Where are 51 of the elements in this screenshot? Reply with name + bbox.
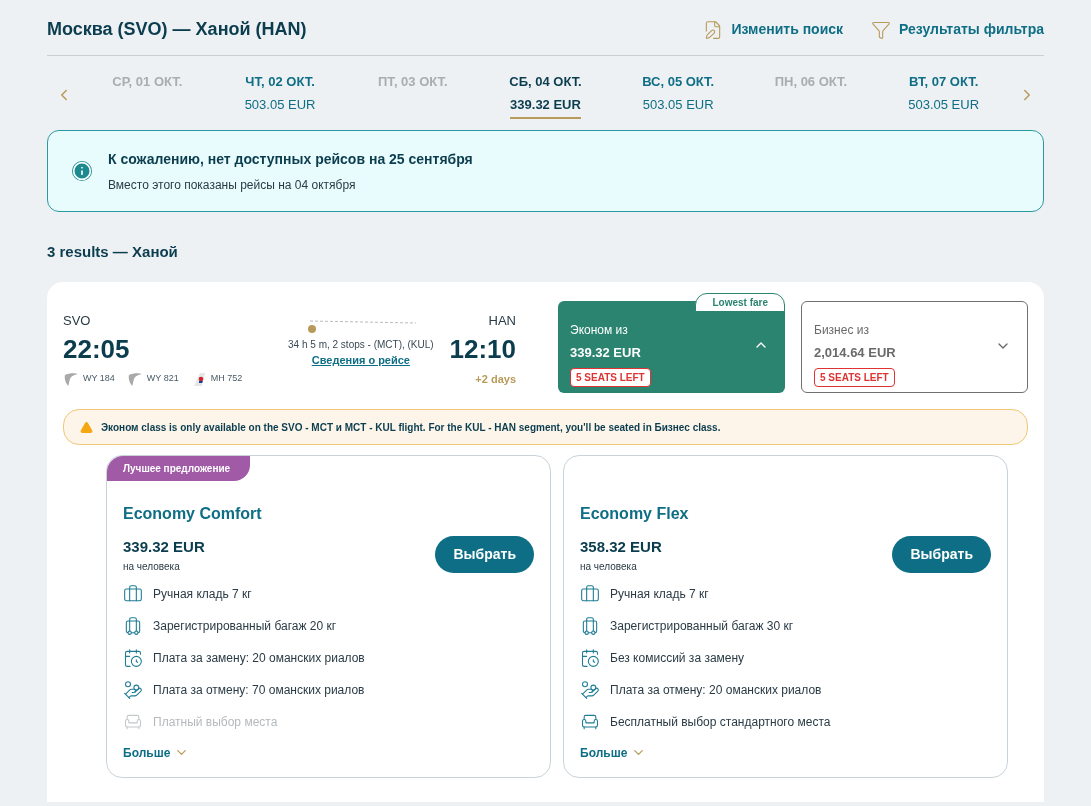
flight-details-link[interactable]: Сведения о рейсе	[311, 352, 410, 369]
select-button[interactable]: Выбрать	[892, 536, 991, 574]
notice-text: Вместо этого показаны рейсы на 04 октября	[108, 176, 357, 194]
fare-name: Economy Comfort	[123, 504, 263, 524]
edit-search-button[interactable]: Изменить поиск	[703, 19, 844, 40]
date-tab[interactable]: ВС, 05 ОКТ. 503.05 EUR	[611, 71, 745, 119]
feature-text: Без комиссий за замену	[610, 649, 745, 667]
feature-text: Зарегистрированный багаж 30 кг	[610, 617, 794, 635]
flight-number: MH 752	[210, 371, 243, 385]
feature-text: Плата за отмену: 70 оманских риалов	[153, 681, 365, 699]
feature-text: Плата за отмену: 20 оманских риалов	[610, 681, 822, 699]
seats-left-tag: 5 SEATS LEFT	[814, 368, 895, 388]
seats-left-tag: 5 SEATS LEFT	[570, 368, 651, 388]
flight-number: WY 184	[83, 371, 115, 385]
date-tab[interactable]: СБ, 04 ОКТ. 339.32 EUR	[479, 71, 612, 119]
feature-text: Плата за замену: 20 оманских риалов	[153, 649, 365, 667]
select-button[interactable]: Выбрать	[435, 536, 534, 574]
info-icon	[72, 161, 92, 181]
departure-time: 22:05	[63, 332, 131, 366]
best-offer-ribbon: Лучшее предложение	[107, 456, 251, 481]
duration-text: 34 h 5 m, 2 stops - (MCT), (KUL)	[288, 338, 434, 352]
wing-logo-icon	[63, 370, 79, 387]
warning-text: Эконом class is only available on the SVO - MCT и MCT - KUL flight. For the KUL - HAN segment, you'll be seated in Бизнес class.	[101, 420, 721, 435]
more-button[interactable]: Больше	[123, 743, 190, 762]
fare-name: Economy Flex	[580, 504, 690, 524]
feature-text: Ручная кладь 7 кг	[153, 585, 252, 603]
wing-logo-icon	[126, 370, 143, 387]
fare-price: 339.32 EUR	[123, 537, 205, 557]
date-tab[interactable]: ЧТ, 02 ОКТ. 503.05 EUR	[213, 71, 347, 119]
warning-icon	[80, 420, 93, 434]
more-button[interactable]: Больше	[580, 743, 647, 762]
lowest-fare-tag: Lowest fare	[695, 293, 785, 312]
fare-price: 358.32 EUR	[580, 537, 662, 557]
fare-option[interactable]: Бизнес из 2,014.64 EUR 5 SEATS LEFT	[801, 301, 1028, 393]
per-person-text: на человека	[580, 559, 638, 574]
destination-code: HAN	[488, 312, 516, 330]
origin-code: SVO	[63, 312, 92, 330]
route-title: Москва (SVO) — Ханой (HAN)	[47, 18, 307, 41]
filter-button[interactable]: Результаты фильтра	[871, 19, 1044, 40]
results-heading: 3 results — Ханой	[47, 243, 178, 260]
arrival-time: 12:10	[449, 332, 516, 366]
filter-icon	[871, 19, 892, 40]
notice-title: К сожалению, нет доступных рейсов на 25 сентября	[108, 149, 473, 169]
feature-text: Платный выбор места	[153, 713, 278, 731]
per-person-text: на человека	[123, 559, 181, 574]
day-offset: +2 days	[475, 371, 516, 387]
feature-text: Ручная кладь 7 кг	[610, 585, 709, 603]
date-tab[interactable]: ВТ, 07 ОКТ. 503.05 EUR	[877, 71, 1010, 119]
flight-number: WY 821	[146, 371, 179, 385]
feature-text: Бесплатный выбор стандартного места	[610, 713, 831, 731]
feature-text: Зарегистрированный багаж 20 кг	[153, 617, 337, 635]
